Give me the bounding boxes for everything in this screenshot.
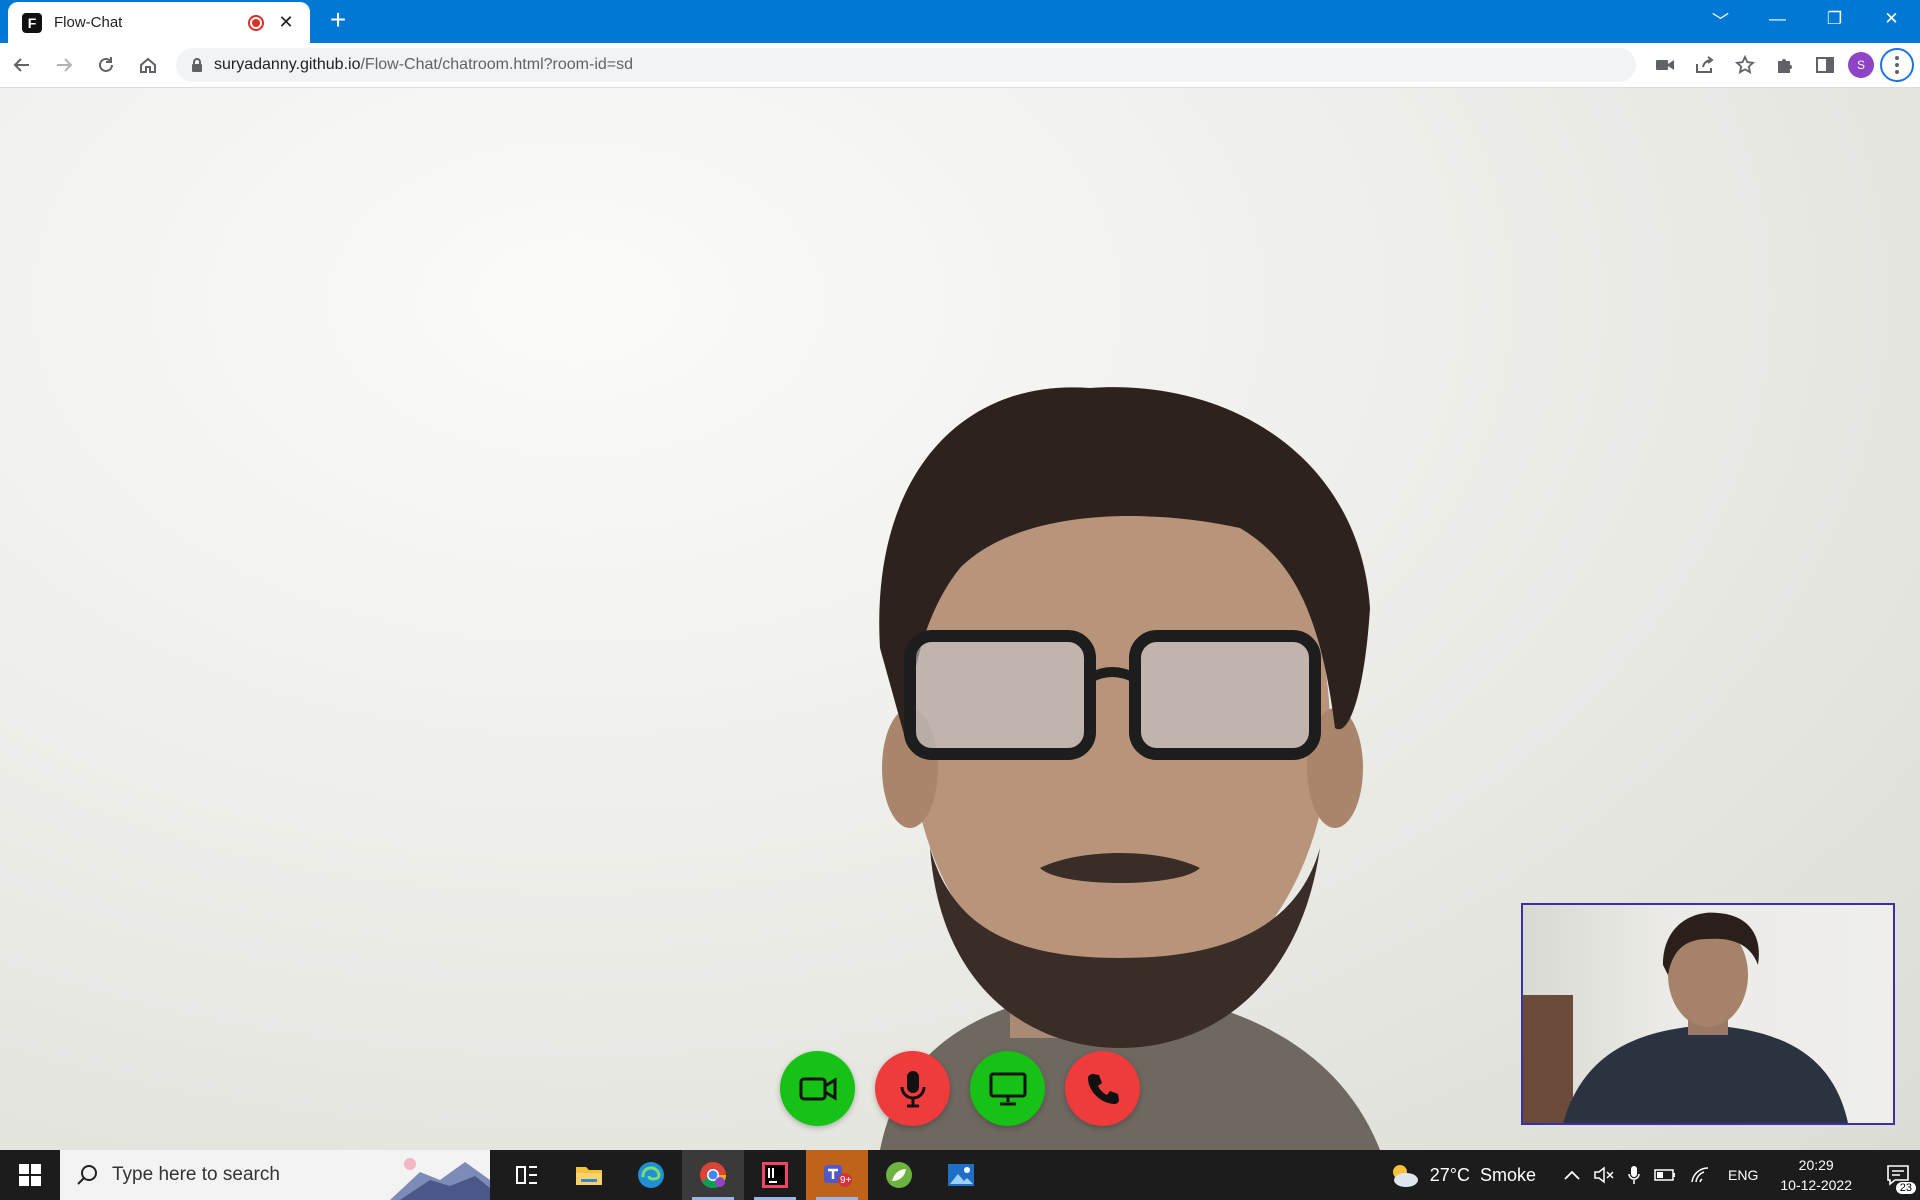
url-path: /Flow-Chat/chatroom.html?room-id=sd (360, 56, 634, 73)
browser-menu-button[interactable] (1880, 48, 1914, 82)
file-explorer-button[interactable] (558, 1150, 620, 1200)
call-controls (780, 1051, 1140, 1126)
wifi-icon[interactable] (1690, 1166, 1710, 1184)
side-panel-button[interactable] (1808, 48, 1842, 82)
weather-temperature: 27°C (1429, 1164, 1470, 1185)
edge-button[interactable] (620, 1150, 682, 1200)
tab-close-button[interactable]: ✕ (276, 12, 296, 33)
cloudy-weather-icon (1392, 1165, 1418, 1187)
task-view-icon (516, 1166, 537, 1184)
home-icon (140, 57, 156, 73)
browser-toolbar: suryadanny.github.io/Flow-Chat/chatroom.… (0, 43, 1920, 88)
close-window-button[interactable]: ✕ (1863, 0, 1920, 38)
search-icon (77, 1165, 97, 1185)
teams-badge: 9+ (840, 1175, 852, 1186)
tab-flow-chat[interactable]: F Flow-Chat ✕ (8, 2, 310, 43)
system-tray: 27°C Smoke ENG 20:29 10-12-2022 23 (1388, 1150, 1920, 1200)
taskbar-search[interactable]: Type here to search (60, 1150, 490, 1200)
local-video-preview (1521, 903, 1895, 1125)
profile-avatar[interactable]: S (1848, 52, 1874, 78)
tab-title: Flow-Chat (54, 14, 123, 31)
speaker-muted-icon[interactable] (1594, 1166, 1614, 1184)
mic-toggle-button[interactable] (875, 1051, 950, 1126)
input-language[interactable]: ENG (1728, 1167, 1758, 1183)
photos-icon (948, 1164, 974, 1186)
new-tab-button[interactable]: + (324, 6, 352, 34)
extensions-button[interactable] (1768, 48, 1802, 82)
browser-title-bar: F Flow-Chat ✕ + ﹀ — ❐ ✕ (0, 0, 1920, 43)
task-view-button[interactable] (496, 1150, 558, 1200)
search-placeholder: Type here to search (112, 1164, 280, 1185)
spring-tool-button[interactable] (868, 1150, 930, 1200)
video-toggle-button[interactable] (780, 1051, 855, 1126)
local-video-feed (1523, 912, 1848, 1123)
back-arrow-icon (13, 58, 29, 72)
chevron-up-icon[interactable] (1564, 1170, 1580, 1180)
weather-condition: Smoke (1480, 1164, 1537, 1185)
start-button[interactable] (0, 1150, 60, 1200)
forward-arrow-icon (57, 58, 73, 72)
share-button[interactable] (1688, 48, 1722, 82)
windows-logo-icon (19, 1164, 41, 1186)
spring-leaf-icon (886, 1162, 912, 1188)
reload-button[interactable] (86, 45, 126, 85)
battery-icon[interactable] (1654, 1168, 1676, 1182)
monitor-icon (989, 1072, 1026, 1105)
video-camera-icon (799, 1076, 836, 1101)
edge-icon (638, 1162, 664, 1188)
recording-indicator-icon (248, 14, 264, 31)
kebab-menu-icon (1895, 56, 1899, 74)
chrome-icon (700, 1162, 727, 1189)
photos-button[interactable] (930, 1150, 992, 1200)
puzzle-icon (1778, 59, 1792, 73)
url-host: suryadanny.github.io (214, 56, 361, 73)
weather-widget[interactable]: 27°C Smoke (1388, 1162, 1536, 1188)
end-call-button[interactable] (1065, 1051, 1140, 1126)
star-icon (1735, 55, 1755, 74)
microphone-icon[interactable] (1628, 1165, 1640, 1185)
home-button[interactable] (128, 45, 168, 85)
restore-button[interactable]: ❐ (1806, 0, 1863, 38)
taskbar-clock[interactable]: 20:29 10-12-2022 (1780, 1155, 1852, 1195)
intellij-button[interactable] (744, 1150, 806, 1200)
phone-icon (1087, 1073, 1119, 1104)
notification-count-badge: 23 (1895, 1182, 1916, 1194)
chatroom-video-stage (0, 88, 1920, 1150)
folder-icon (576, 1167, 602, 1185)
lock-icon (192, 58, 202, 72)
tab-search-button[interactable]: ﹀ (1692, 0, 1749, 38)
notification-center-button[interactable]: 23 (1876, 1150, 1920, 1200)
forward-button[interactable] (44, 45, 84, 85)
minimize-button[interactable]: — (1749, 0, 1806, 38)
side-panel-icon (1816, 57, 1834, 73)
windows-taskbar: Type here to search 9+ 27°C Smoke ENG 20… (0, 1150, 1920, 1200)
flow-chat-favicon: F (22, 12, 42, 33)
address-bar[interactable]: suryadanny.github.io/Flow-Chat/chatroom.… (176, 48, 1636, 82)
video-camera-icon (1656, 60, 1674, 70)
reload-icon (99, 57, 113, 72)
screen-share-button[interactable] (970, 1051, 1045, 1126)
clock-date: 10-12-2022 (1780, 1177, 1852, 1193)
chrome-button[interactable] (682, 1150, 744, 1200)
teams-button[interactable]: 9+ (806, 1150, 868, 1200)
bookmark-button[interactable] (1728, 48, 1762, 82)
back-button[interactable] (2, 45, 42, 85)
clock-time: 20:29 (1798, 1157, 1834, 1173)
share-icon (1696, 56, 1714, 73)
microphone-icon (900, 1070, 925, 1107)
camera-in-use-button[interactable] (1648, 48, 1682, 82)
intellij-icon (762, 1162, 788, 1188)
search-highlight-illustration (390, 1158, 490, 1200)
